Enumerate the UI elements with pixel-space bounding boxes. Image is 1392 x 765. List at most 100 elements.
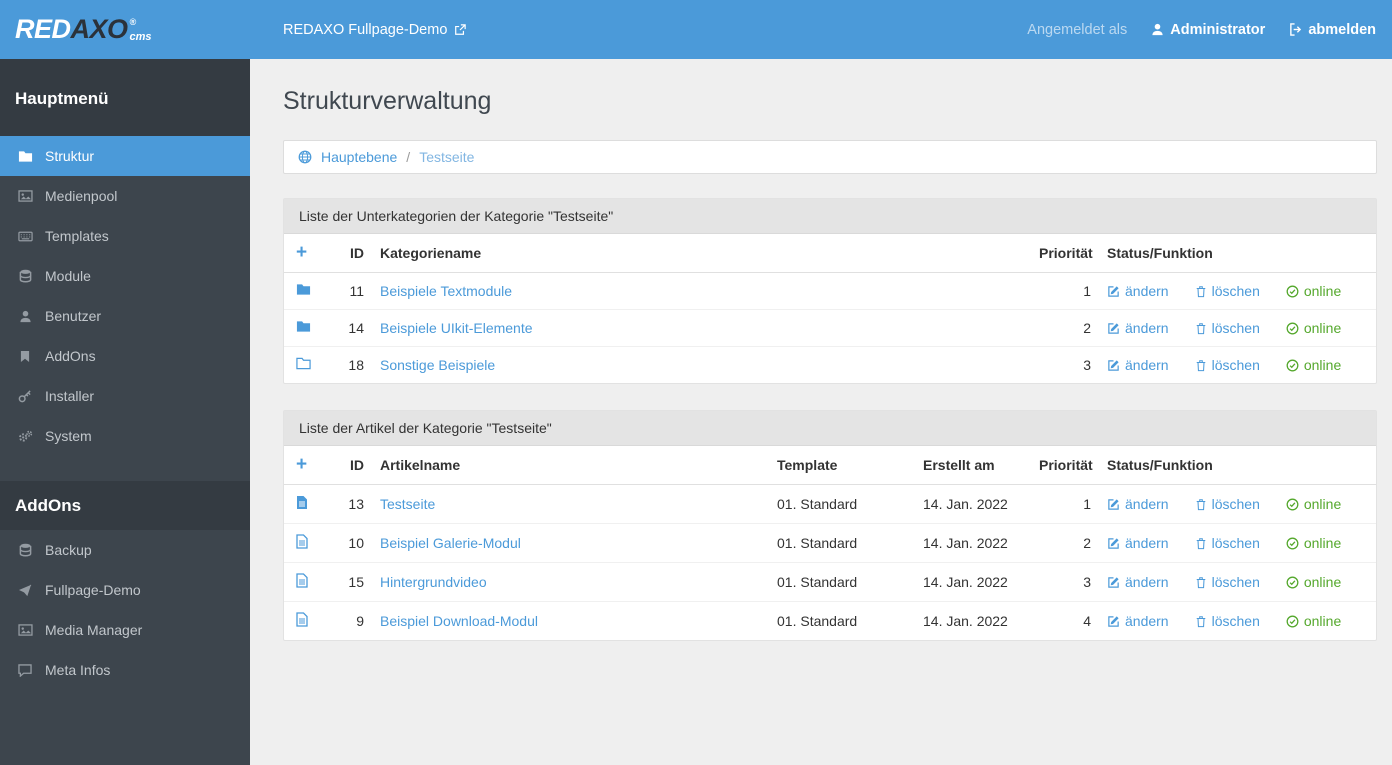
online-status-link[interactable]: online [1286, 535, 1341, 551]
logout-label: abmelden [1308, 21, 1376, 38]
sidebar-item-module[interactable]: Module [0, 256, 250, 296]
redaxo-logo[interactable]: RED AXO ® cms [0, 14, 250, 45]
edit-link[interactable]: ändern [1107, 535, 1169, 551]
sidebar-addons-header: AddOns [0, 481, 250, 530]
delete-link[interactable]: löschen [1195, 613, 1260, 629]
bookmark-icon [15, 350, 35, 363]
online-status-link[interactable]: online [1286, 320, 1341, 336]
online-label: online [1303, 283, 1342, 299]
article-link[interactable]: Testseite [380, 496, 435, 512]
category-priority: 1 [1031, 272, 1099, 310]
sidebar-item-label: Media Manager [45, 622, 143, 638]
column-header-status: Status/Funktion [1099, 234, 1376, 273]
article-template: 01. Standard [769, 562, 915, 602]
sidebar-item-label: Fullpage-Demo [45, 582, 141, 598]
sidebar-item-label: Templates [45, 228, 109, 244]
sidebar-item-installer[interactable]: Installer [0, 376, 250, 416]
sidebar-item-fullpage-demo[interactable]: Fullpage-Demo [0, 570, 250, 610]
sidebar-item-label: Meta Infos [45, 662, 111, 678]
edit-link[interactable]: ändern [1107, 283, 1169, 299]
sidebar-item-medienpool[interactable]: Medienpool [0, 176, 250, 216]
sign-out-icon [1289, 23, 1302, 36]
article-template: 01. Standard [777, 613, 858, 629]
logo-part-red: RED [15, 14, 71, 44]
article-link[interactable]: Beispiel Download-Modul [380, 613, 538, 629]
edit-link[interactable]: ändern [1107, 496, 1169, 512]
sidebar-item-addons[interactable]: AddOns [0, 336, 250, 376]
category-link[interactable]: Beispiele UIkit-Elemente [380, 320, 533, 336]
delete-link[interactable]: löschen [1195, 357, 1260, 373]
sidebar-item-label: Medienpool [45, 188, 118, 204]
online-status-link[interactable]: online [1286, 613, 1341, 629]
online-label: online [1303, 496, 1342, 512]
sidebar-item-media-manager[interactable]: Media Manager [0, 610, 250, 650]
delete-label: löschen [1211, 320, 1260, 336]
delete-link[interactable]: löschen [1195, 320, 1260, 336]
article-link[interactable]: Hintergrundvideo [380, 574, 487, 590]
add-article-button[interactable]: + [296, 454, 307, 475]
trash-icon [1195, 537, 1207, 550]
article-row: 9 Beispiel Download-Modul 01. Standard 1… [284, 602, 1376, 641]
pencil-square-icon [1107, 615, 1120, 628]
delete-link[interactable]: löschen [1195, 535, 1260, 551]
trash-icon [1195, 498, 1207, 511]
folder-icon [296, 320, 311, 333]
category-row: 18 Sonstige Beispiele 3 ändern löschen o… [284, 347, 1376, 384]
sidebar-item-label: AddOns [45, 348, 96, 364]
edit-label: ändern [1125, 357, 1169, 373]
online-status-link[interactable]: online [1286, 496, 1341, 512]
edit-label: ändern [1125, 496, 1169, 512]
online-status-link[interactable]: online [1286, 574, 1341, 590]
online-label: online [1303, 320, 1342, 336]
circle-check-icon [1286, 498, 1299, 511]
trash-icon [1195, 615, 1207, 628]
sidebar-item-meta-infos[interactable]: Meta Infos [0, 650, 250, 690]
delete-link[interactable]: löschen [1195, 283, 1260, 299]
breadcrumb-current-link[interactable]: Testseite [419, 149, 474, 165]
site-frontend-link[interactable]: REDAXO Fullpage-Demo [283, 22, 467, 38]
articles-table: + ID Artikelname Template Erstellt am Pr… [284, 446, 1376, 640]
sidebar-item-struktur[interactable]: Struktur [0, 136, 250, 176]
sidebar-item-label: Benutzer [45, 308, 102, 324]
column-header-name: Artikelname [368, 446, 769, 485]
globe-icon [298, 150, 312, 164]
logout-link[interactable]: abmelden [1289, 22, 1376, 38]
trash-icon [1195, 285, 1207, 298]
online-status-link[interactable]: online [1286, 357, 1341, 373]
pencil-square-icon [1107, 285, 1120, 298]
article-link[interactable]: Beispiel Galerie-Modul [380, 535, 521, 551]
sidebar-item-system[interactable]: System [0, 416, 250, 456]
image-icon [15, 190, 35, 202]
sidebar-item-benutzer[interactable]: Benutzer [0, 296, 250, 336]
user-menu-link[interactable]: Administrator [1151, 22, 1265, 38]
column-header-priority: Priorität [1031, 234, 1099, 273]
sidebar: Hauptmenü Struktur Medienpool Templates … [0, 59, 250, 765]
delete-link[interactable]: löschen [1195, 496, 1260, 512]
trash-icon [1195, 576, 1207, 589]
breadcrumb-root-link[interactable]: Hauptebene [321, 149, 397, 165]
add-category-button[interactable]: + [296, 242, 307, 263]
category-link[interactable]: Beispiele Textmodule [380, 283, 512, 299]
delete-link[interactable]: löschen [1195, 574, 1260, 590]
category-link[interactable]: Sonstige Beispiele [380, 357, 495, 373]
edit-link[interactable]: ändern [1107, 574, 1169, 590]
sidebar-item-label: Installer [45, 388, 95, 404]
circle-check-icon [1286, 285, 1299, 298]
online-status-link[interactable]: online [1286, 283, 1341, 299]
categories-panel-title: Liste der Unterkategorien der Kategorie … [284, 199, 1376, 234]
article-created: 14. Jan. 2022 [923, 613, 1008, 629]
column-header-status: Status/Funktion [1099, 446, 1376, 485]
circle-check-icon [1286, 576, 1299, 589]
category-priority: 2 [1031, 309, 1099, 347]
sidebar-item-templates[interactable]: Templates [0, 216, 250, 256]
sidebar-main-section: Hauptmenü Struktur Medienpool Templates … [0, 59, 250, 456]
edit-link[interactable]: ändern [1107, 320, 1169, 336]
circle-check-icon [1286, 359, 1299, 372]
sidebar-item-backup[interactable]: Backup [0, 530, 250, 570]
column-header-id: ID [330, 446, 368, 485]
edit-link[interactable]: ändern [1107, 357, 1169, 373]
edit-link[interactable]: ändern [1107, 613, 1169, 629]
pencil-square-icon [1107, 322, 1120, 335]
circle-check-icon [1286, 537, 1299, 550]
edit-label: ändern [1125, 574, 1169, 590]
